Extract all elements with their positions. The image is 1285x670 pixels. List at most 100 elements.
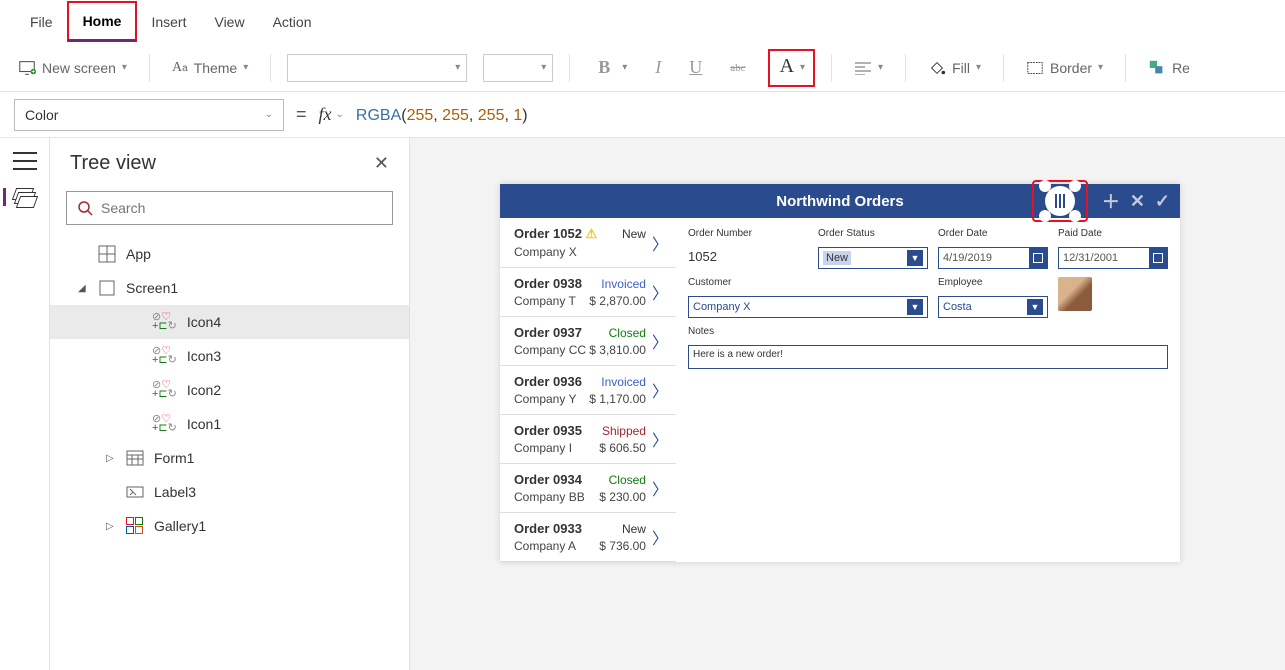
order-gallery[interactable]: Order 1052 ⚠ New Company X 〉 Order 0938 … bbox=[500, 218, 676, 562]
layers-icon bbox=[14, 188, 36, 206]
fill-button[interactable]: Fill▾ bbox=[922, 55, 987, 81]
screen-node-icon bbox=[98, 279, 116, 297]
label-order-number: Order Number bbox=[688, 228, 808, 239]
font-color-icon: A bbox=[778, 55, 796, 81]
select-customer[interactable]: Company X ▼ bbox=[688, 296, 928, 318]
gallery-icon bbox=[126, 517, 144, 535]
label-order-date: Order Date bbox=[938, 228, 1048, 239]
bold-button[interactable]: B▾ bbox=[586, 53, 633, 82]
search-icon bbox=[77, 200, 93, 216]
icon-node-icon: ⊘♡ +⊏↻ bbox=[152, 415, 177, 433]
tree-node-form1[interactable]: ▷ Form1 bbox=[50, 441, 409, 475]
tree-node-label3[interactable]: Label3 bbox=[50, 475, 409, 509]
order-list-item[interactable]: Order 0933 New Company A $ 736.00 〉 bbox=[500, 513, 676, 562]
tree-node-icon4[interactable]: ⊘♡ +⊏↻ Icon4 bbox=[50, 305, 409, 339]
tree-view-title: Tree view bbox=[70, 152, 156, 175]
tree-node-icon2[interactable]: ⊘♡ +⊏↻ Icon2 bbox=[50, 373, 409, 407]
label-customer: Customer bbox=[688, 277, 928, 288]
menu-home[interactable]: Home bbox=[67, 1, 138, 42]
order-form: Order Number Order Status Order Date Pai… bbox=[676, 218, 1180, 562]
warning-icon: ⚠ bbox=[582, 226, 597, 241]
hamburger-icon[interactable] bbox=[13, 152, 37, 170]
chevron-right-icon: 〉 bbox=[652, 329, 668, 353]
screen-icon bbox=[18, 59, 36, 77]
input-order-date[interactable]: 4/19/2019 bbox=[938, 247, 1048, 269]
chevron-right-icon: 〉 bbox=[652, 231, 668, 255]
chevron-down-icon: ▼ bbox=[1027, 299, 1043, 315]
order-list-item[interactable]: Order 0934 Closed Company BB $ 230.00 〉 bbox=[500, 464, 676, 513]
icon-node-icon: ⊘♡ +⊏↻ bbox=[152, 313, 177, 331]
order-list-item[interactable]: Order 0937 Closed Company CC $ 3,810.00 … bbox=[500, 317, 676, 366]
label-notes: Notes bbox=[688, 326, 1168, 337]
label-order-status: Order Status bbox=[818, 228, 928, 239]
app-icon bbox=[98, 245, 116, 263]
tree-view-rail-button[interactable] bbox=[3, 188, 36, 206]
equals-sign: = bbox=[296, 104, 307, 125]
new-screen-button[interactable]: New screen ▾ bbox=[12, 55, 133, 81]
cancel-icon[interactable]: ✕ bbox=[1130, 191, 1145, 212]
app-header: Northwind Orders ＋ ✕ ✓ bbox=[500, 184, 1180, 218]
chevron-down-icon: ▼ bbox=[907, 250, 923, 266]
sync-reload-icon bbox=[1045, 186, 1075, 216]
fx-button[interactable]: fx ⌄ bbox=[319, 104, 344, 125]
underline-button[interactable]: U bbox=[683, 57, 708, 78]
menu-insert[interactable]: Insert bbox=[137, 4, 200, 40]
tree-node-app[interactable]: App bbox=[50, 237, 409, 271]
app-preview: Northwind Orders ＋ ✕ ✓ Order 1 bbox=[500, 184, 1180, 562]
input-notes[interactable]: Here is a new order! bbox=[688, 345, 1168, 369]
order-list-item[interactable]: Order 1052 ⚠ New Company X 〉 bbox=[500, 218, 676, 268]
caret-right-icon: ▷ bbox=[106, 453, 116, 464]
font-family-select[interactable]: ▾ bbox=[287, 54, 467, 82]
border-button[interactable]: Border▾ bbox=[1020, 55, 1109, 81]
italic-button[interactable]: I bbox=[649, 57, 667, 78]
tree-node-icon1[interactable]: ⊘♡ +⊏↻ Icon1 bbox=[50, 407, 409, 441]
order-list-item[interactable]: Order 0938 Invoiced Company T $ 2,870.00… bbox=[500, 268, 676, 317]
label-employee: Employee bbox=[938, 277, 1048, 288]
theme-button[interactable]: Aa Theme ▾ bbox=[166, 56, 254, 80]
tree-node-icon3[interactable]: ⊘♡ +⊏↻ Icon3 bbox=[50, 339, 409, 373]
caret-right-icon: ▷ bbox=[106, 521, 116, 532]
theme-icon: Aa bbox=[172, 60, 188, 76]
chevron-right-icon: 〉 bbox=[652, 525, 668, 549]
accept-icon[interactable]: ✓ bbox=[1155, 191, 1170, 212]
employee-photo bbox=[1058, 277, 1092, 311]
chevron-down-icon: ⌄ bbox=[265, 109, 273, 120]
search-input[interactable] bbox=[101, 200, 382, 216]
chevron-right-icon: 〉 bbox=[652, 378, 668, 402]
align-icon bbox=[854, 61, 872, 75]
menu-file[interactable]: File bbox=[16, 4, 67, 40]
tree-node-gallery1[interactable]: ▷ Gallery1 bbox=[50, 509, 409, 543]
align-button[interactable]: ▾ bbox=[848, 57, 889, 79]
tree-node-screen1[interactable]: ◢ Screen1 bbox=[50, 271, 409, 305]
menu-action[interactable]: Action bbox=[259, 4, 326, 40]
property-select[interactable]: Color ⌄ bbox=[14, 99, 284, 131]
input-paid-date[interactable]: 12/31/2001 bbox=[1058, 247, 1168, 269]
border-icon bbox=[1026, 59, 1044, 77]
menu-view[interactable]: View bbox=[200, 4, 258, 40]
strikethrough-button[interactable]: abc bbox=[724, 62, 751, 74]
order-list-item[interactable]: Order 0936 Invoiced Company Y $ 1,170.00… bbox=[500, 366, 676, 415]
tree-search[interactable] bbox=[66, 191, 393, 225]
font-size-select[interactable]: ▾ bbox=[483, 54, 553, 82]
chevron-down-icon: ▾ bbox=[243, 62, 248, 73]
calendar-icon bbox=[1029, 248, 1047, 268]
add-icon[interactable]: ＋ bbox=[1102, 188, 1120, 214]
chevron-right-icon: 〉 bbox=[652, 476, 668, 500]
formula-input[interactable]: RGBA(255, 255, 255, 1) bbox=[356, 105, 528, 125]
close-icon[interactable]: ✕ bbox=[374, 153, 389, 174]
select-order-status[interactable]: New ▼ bbox=[818, 247, 928, 269]
caret-down-icon: ◢ bbox=[78, 283, 88, 294]
app-title: Northwind Orders bbox=[776, 193, 904, 210]
font-color-button[interactable]: A▾ bbox=[768, 49, 815, 87]
select-employee[interactable]: Costa ▼ bbox=[938, 296, 1048, 318]
icon-node-icon: ⊘♡ +⊏↻ bbox=[152, 381, 177, 399]
highlighted-sync-icon[interactable] bbox=[1032, 180, 1088, 222]
chevron-down-icon: ▾ bbox=[122, 62, 127, 73]
form-icon bbox=[126, 449, 144, 467]
order-list-item[interactable]: Order 0935 Shipped Company I $ 606.50 〉 bbox=[500, 415, 676, 464]
reorder-button[interactable]: Re bbox=[1142, 55, 1196, 81]
canvas[interactable]: Northwind Orders ＋ ✕ ✓ Order 1 bbox=[410, 138, 1285, 670]
chevron-right-icon: 〉 bbox=[652, 280, 668, 304]
chevron-down-icon: ⌄ bbox=[336, 109, 344, 120]
value-order-number: 1052 bbox=[688, 247, 808, 269]
